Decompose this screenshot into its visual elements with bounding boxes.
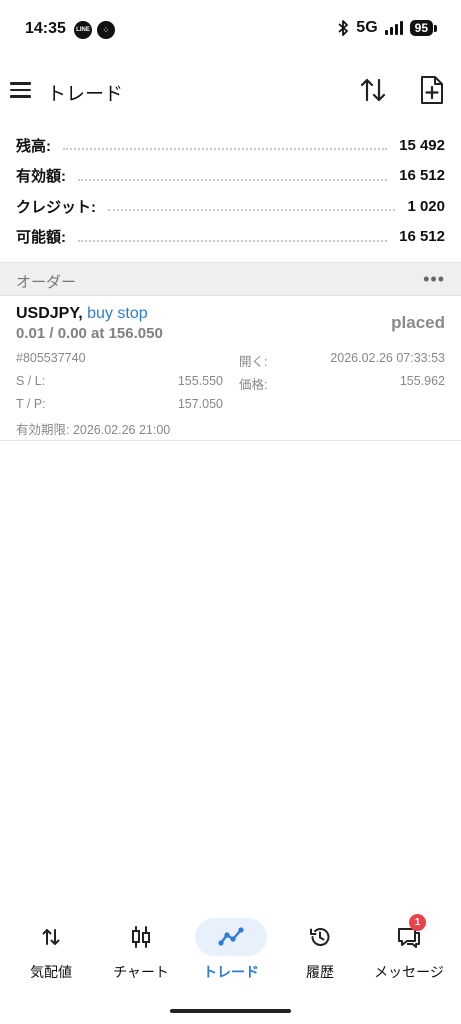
new-order-icon[interactable] <box>417 74 447 106</box>
status-indicators: 5G 95 <box>337 19 438 37</box>
order-symbol-line: USDJPY, buy stop <box>16 305 148 323</box>
free-margin-row: 可能額: 16 512 <box>0 222 461 253</box>
equity-value: 16 512 <box>399 167 445 185</box>
order-expiry: 有効期限: 2026.02.26 21:00 <box>16 423 171 437</box>
status-time: 14:35 <box>25 20 66 37</box>
network-type: 5G <box>356 19 378 36</box>
line-app-icon: LINE <box>74 21 92 39</box>
nav-label-messages: メッセージ <box>374 964 444 980</box>
price-value: 155.962 <box>399 374 445 388</box>
nav-icon-container <box>15 918 87 956</box>
free-margin-value: 16 512 <box>399 228 445 246</box>
free-margin-label: 可能額: <box>16 229 66 247</box>
orders-section-header: オーダー ••• <box>0 262 461 296</box>
trade-line-icon <box>218 927 244 946</box>
app-header: トレード <box>0 62 461 118</box>
order-symbol: USDJPY, <box>16 305 83 322</box>
dotted-leader <box>78 239 388 242</box>
messages-badge: 1 <box>409 914 426 931</box>
credit-value: 1 020 <box>407 197 445 215</box>
open-time-value: 2026.02.26 07:33:53 <box>330 351 445 365</box>
dotted-leader <box>108 209 396 212</box>
balance-row: 残高: 15 492 <box>0 130 461 161</box>
dotted-leader <box>78 178 388 181</box>
take-profit-label: T / P: <box>16 397 46 411</box>
nav-icon-container <box>195 918 267 956</box>
nav-label-chart: チャート <box>113 964 169 980</box>
status-bar: 14:35 LINE ⁘ 5G 95 <box>0 0 461 58</box>
nav-item-trade[interactable]: トレード <box>185 912 277 990</box>
order-row[interactable]: USDJPY, buy stop 0.01 / 0.00 at 156.050 … <box>0 297 461 441</box>
equity-row: 有効額: 16 512 <box>0 161 461 192</box>
orders-section-title: オーダー <box>16 274 77 291</box>
battery-icon: 95 <box>409 20 438 36</box>
more-options-icon[interactable]: ••• <box>423 269 445 290</box>
stop-loss-value: 155.550 <box>177 374 223 388</box>
quotes-arrows-icon <box>42 929 60 945</box>
sort-icon[interactable] <box>358 75 388 105</box>
order-type: buy stop <box>87 305 148 322</box>
nav-label-history: 履歴 <box>306 964 334 980</box>
nav-label-trade: トレード <box>203 964 259 980</box>
account-summary: 残高: 15 492 有効額: 16 512 クレジット: 1 020 可能額:… <box>0 130 461 252</box>
take-profit-value: 157.050 <box>177 397 223 411</box>
balance-label: 残高: <box>16 137 51 155</box>
equity-label: 有効額: <box>16 168 66 186</box>
candlestick-icon <box>132 926 150 948</box>
history-clock-icon <box>310 928 330 946</box>
nav-item-chart[interactable]: チャート <box>95 912 187 990</box>
stop-loss-label: S / L: <box>16 374 46 388</box>
menu-icon[interactable] <box>10 78 34 102</box>
bluetooth-icon <box>338 20 349 36</box>
home-indicator[interactable] <box>170 1009 291 1013</box>
order-status: placed <box>391 313 445 332</box>
notification-app-icon: ⁘ <box>97 21 115 39</box>
page-title: トレード <box>47 84 124 105</box>
order-volume: 0.01 / 0.00 at 156.050 <box>16 325 163 342</box>
signal-icon <box>384 21 403 35</box>
order-id: #805537740 <box>16 351 86 365</box>
price-label: 価格: <box>239 378 268 392</box>
credit-label: クレジット: <box>16 198 96 216</box>
dotted-leader <box>63 148 388 151</box>
nav-item-history[interactable]: 履歴 <box>274 912 366 990</box>
bottom-navigation: 気配値 チャート トレード 履歴 1 メッセージ <box>0 912 461 992</box>
nav-item-messages[interactable]: 1 メッセージ <box>363 912 455 990</box>
nav-icon-container <box>284 918 356 956</box>
credit-row: クレジット: 1 020 <box>0 191 461 222</box>
nav-label-quotes: 気配値 <box>30 964 72 980</box>
open-time-label: 開く: <box>239 355 268 369</box>
nav-item-quotes[interactable]: 気配値 <box>5 912 97 990</box>
nav-icon-container <box>105 918 177 956</box>
balance-value: 15 492 <box>399 136 445 154</box>
